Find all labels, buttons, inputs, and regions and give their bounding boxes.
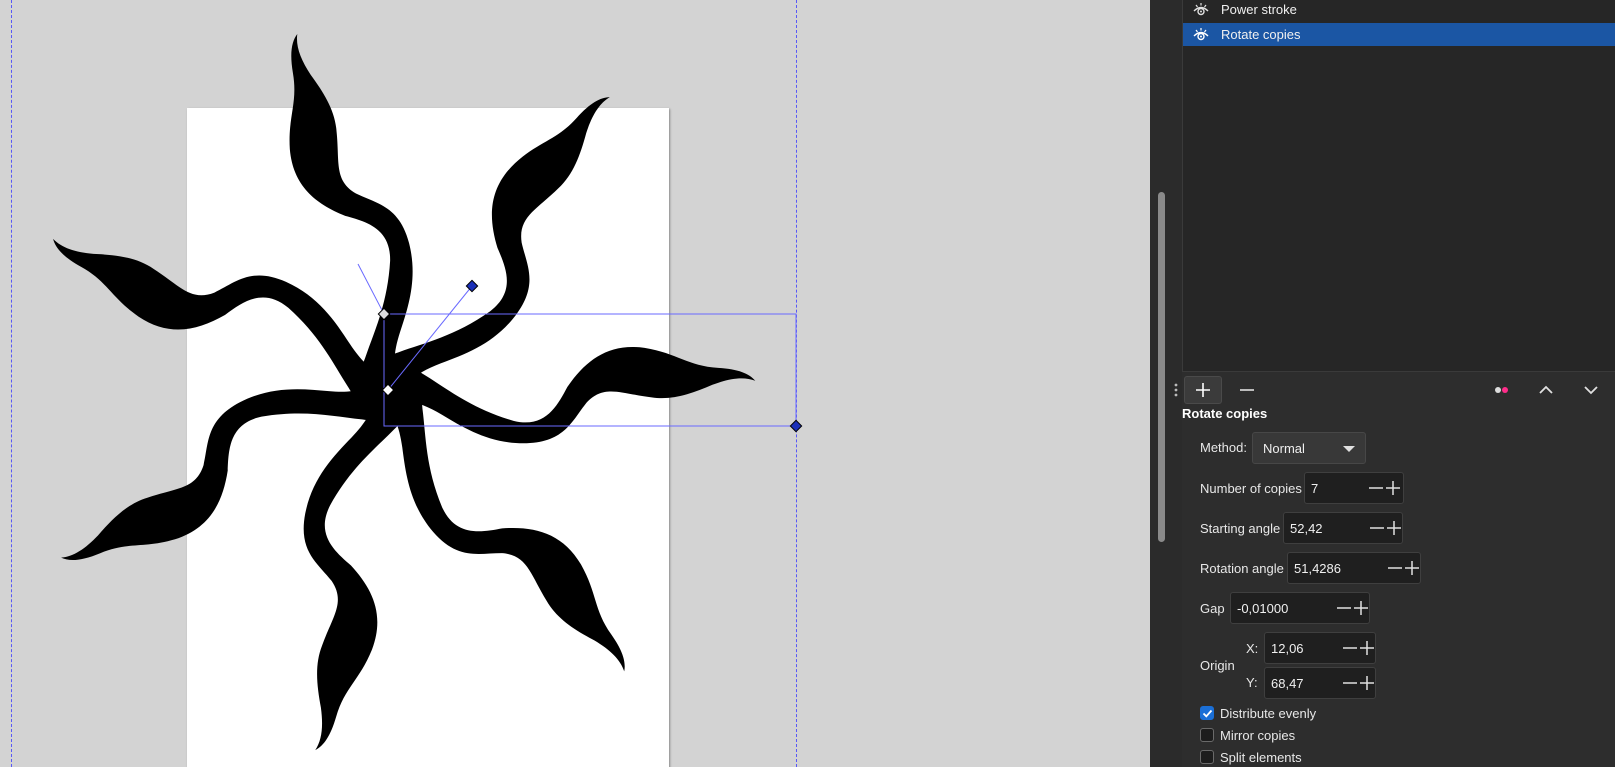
origin-x-input[interactable] — [1265, 633, 1339, 663]
minus-icon — [1342, 682, 1357, 684]
origin-y-spinbox[interactable] — [1264, 667, 1376, 699]
plus-icon — [1385, 481, 1400, 495]
move-up-button[interactable] — [1527, 376, 1565, 404]
corner-handle[interactable] — [789, 419, 803, 433]
rotation-angle-input[interactable] — [1288, 553, 1384, 583]
plus-icon — [1196, 383, 1210, 397]
rotation-angle-spinbox[interactable] — [1287, 552, 1421, 584]
method-value: Normal — [1263, 440, 1305, 456]
gap-label: Gap — [1200, 601, 1225, 616]
checkbox-box[interactable] — [1200, 706, 1214, 720]
copies-input[interactable] — [1305, 473, 1365, 503]
minus-icon — [1336, 607, 1351, 609]
gap-stepper[interactable] — [1335, 593, 1369, 623]
origin-y-label: Y: — [1246, 675, 1258, 690]
minus-icon — [1240, 389, 1254, 391]
rotation-angle-stepper[interactable] — [1386, 553, 1420, 583]
increment-button[interactable] — [1358, 633, 1375, 663]
effect-indicator — [1483, 376, 1521, 404]
chevron-up-icon — [1539, 385, 1553, 394]
mirror-copies-checkbox[interactable]: Mirror copies — [1200, 725, 1295, 745]
minus-icon — [1387, 567, 1402, 569]
origin-y-input[interactable] — [1265, 668, 1339, 698]
method-label: Method: — [1200, 440, 1247, 455]
rotated-copy[interactable] — [370, 314, 760, 464]
increment-button[interactable] — [1352, 593, 1369, 623]
chevron-down-icon — [1584, 386, 1598, 395]
decrement-button[interactable] — [1341, 668, 1358, 698]
plus-icon — [1386, 521, 1401, 535]
copies-stepper[interactable] — [1367, 473, 1401, 503]
effect-item-rotate-copies[interactable]: Rotate copies — [1183, 23, 1615, 46]
decrement-button[interactable] — [1386, 553, 1403, 583]
checkbox-box[interactable] — [1200, 728, 1214, 742]
minus-icon — [1369, 527, 1384, 529]
canvas-area[interactable] — [0, 0, 1150, 767]
rotation-angle-label: Rotation angle — [1200, 561, 1284, 576]
origin-x-stepper[interactable] — [1341, 633, 1375, 663]
effect-title: Rotate copies — [1182, 406, 1268, 421]
effects-toolbar — [1174, 374, 1615, 406]
rotated-copy[interactable] — [285, 369, 415, 756]
increment-button[interactable] — [1384, 473, 1401, 503]
plus-icon — [1359, 641, 1374, 655]
minus-icon — [1368, 487, 1383, 489]
decrement-button[interactable] — [1335, 593, 1352, 623]
origin-x-label: X: — [1246, 641, 1259, 656]
decrement-button[interactable] — [1341, 633, 1358, 663]
add-effect-button[interactable] — [1184, 376, 1222, 404]
start-angle-stepper[interactable] — [1368, 513, 1402, 543]
increment-button[interactable] — [1385, 513, 1402, 543]
dots-icon — [1495, 387, 1508, 393]
increment-button[interactable] — [1358, 668, 1375, 698]
handle-line — [357, 263, 385, 315]
plus-icon — [1359, 676, 1374, 690]
start-angle-label: Starting angle — [1200, 521, 1281, 536]
effect-item-power-stroke[interactable]: Power stroke — [1183, 0, 1615, 21]
start-angle-spinbox[interactable] — [1283, 512, 1403, 544]
origin-x-spinbox[interactable] — [1264, 632, 1376, 664]
eye-icon[interactable] — [1193, 2, 1209, 18]
distribute-evenly-label: Distribute evenly — [1220, 705, 1317, 721]
method-dropdown[interactable]: Normal — [1252, 432, 1366, 464]
mirror-copies-label: Mirror copies — [1220, 727, 1296, 743]
dropdown-arrow-icon — [1343, 446, 1355, 452]
distribute-evenly-checkbox[interactable]: Distribute evenly — [1200, 703, 1316, 723]
path-effects-panel: Power stroke Rotate copies Rotate copies… — [1174, 0, 1615, 767]
gap-input[interactable] — [1231, 593, 1333, 623]
rotated-copies-group[interactable] — [32, 23, 759, 756]
effect-item-label: Rotate copies — [1221, 27, 1301, 42]
copies-label: Number of copies — [1200, 481, 1302, 496]
decrement-button[interactable] — [1368, 513, 1385, 543]
split-elements-label: Split elements — [1220, 749, 1302, 765]
scrollbar-thumb[interactable] — [1158, 192, 1165, 542]
origin-y-stepper[interactable] — [1341, 668, 1375, 698]
drag-handle-icon[interactable] — [1174, 382, 1178, 398]
plus-icon — [1353, 601, 1368, 615]
start-angle-input[interactable] — [1284, 513, 1364, 543]
remove-effect-button[interactable] — [1228, 376, 1266, 404]
checkmark-icon — [1202, 709, 1212, 718]
effect-item-label: Power stroke — [1221, 2, 1297, 17]
move-down-button[interactable] — [1572, 376, 1610, 404]
origin-label: Origin — [1200, 658, 1235, 673]
drawing-canvas[interactable] — [0, 0, 1150, 767]
split-elements-checkbox[interactable]: Split elements — [1200, 747, 1302, 767]
eye-icon[interactable] — [1193, 27, 1209, 43]
checkbox-box[interactable] — [1200, 750, 1214, 764]
gap-spinbox[interactable] — [1230, 592, 1370, 624]
plus-icon — [1404, 561, 1419, 575]
copies-spinbox[interactable] — [1304, 472, 1404, 504]
rotation-handle[interactable] — [465, 279, 479, 293]
minus-icon — [1342, 647, 1357, 649]
decrement-button[interactable] — [1367, 473, 1384, 503]
effects-list[interactable]: Power stroke Rotate copies — [1182, 0, 1615, 372]
increment-button[interactable] — [1403, 553, 1420, 583]
